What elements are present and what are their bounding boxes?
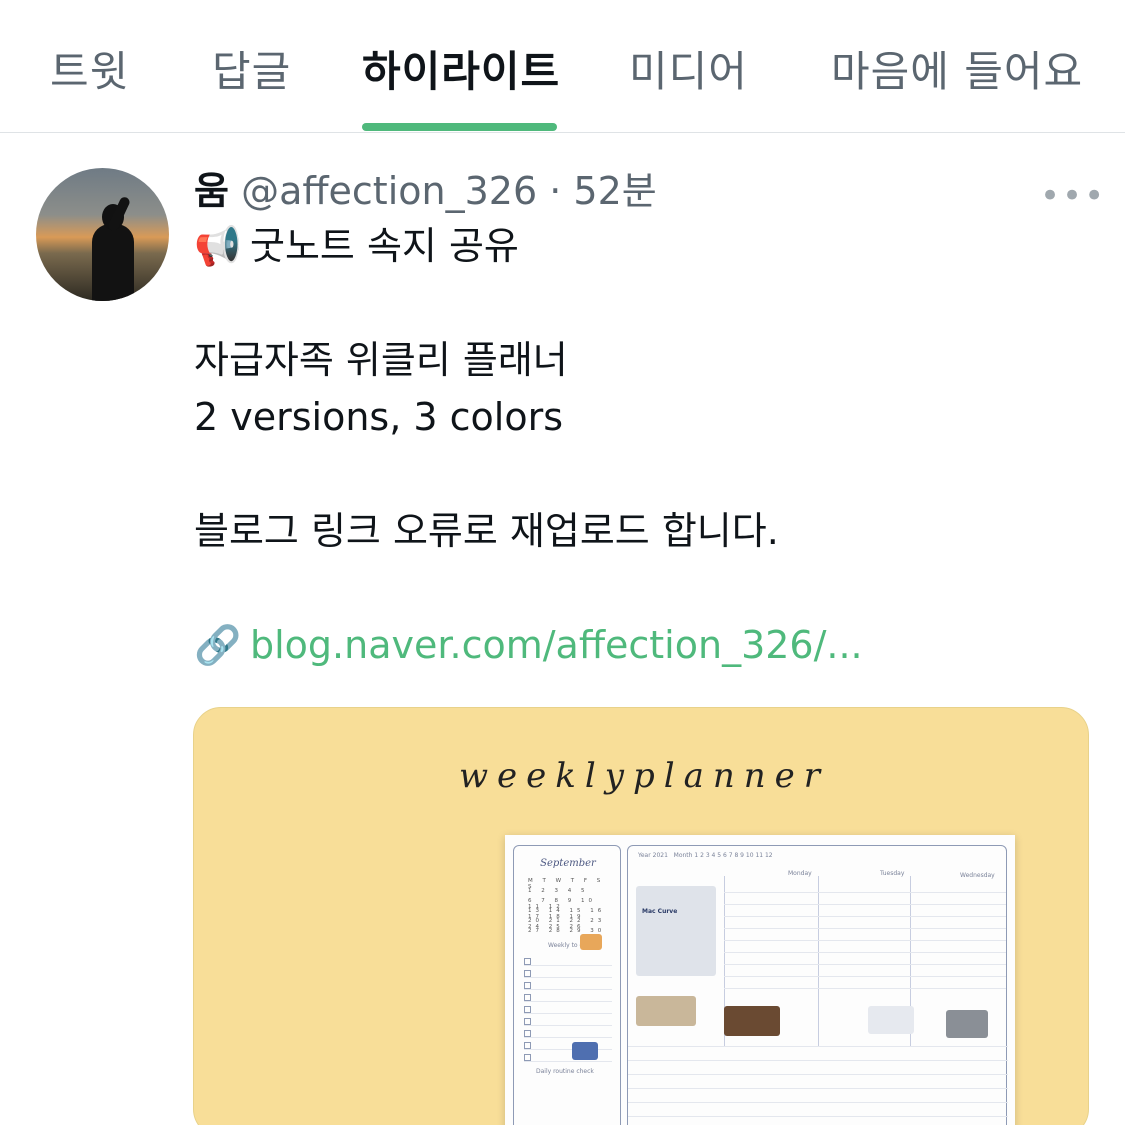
tweet-line: 📢 굿노트 속지 공유: [194, 218, 1094, 275]
row-line: [724, 952, 1006, 953]
tweet-line: 2 versions, 3 colors: [194, 389, 1094, 446]
tweet-line: 자급자족 위클리 플래너: [194, 332, 1094, 389]
planner-preview: September M T W T F S S 1 2 3 4 5 6 7 8 …: [505, 835, 1015, 1125]
photo-image: [724, 1006, 780, 1036]
active-tab-indicator: [362, 123, 557, 131]
tweet-time[interactable]: 52분: [573, 169, 656, 213]
tweet-header: 움 @affection_326 · 52분: [194, 160, 657, 216]
row-line: [724, 940, 1006, 941]
tweet-line: [194, 275, 1094, 332]
sticker-image: [580, 934, 602, 950]
planner-sidebar: September M T W T F S S 1 2 3 4 5 6 7 8 …: [513, 845, 621, 1125]
tweet-line-text: 2 versions, 3 colors: [194, 395, 564, 439]
calendar-row: 1 2 3 4 5: [528, 888, 589, 894]
tweet-link-line: 🔗 blog.naver.com/affection_326/...: [194, 617, 1094, 674]
calendar-row: 6 7 8 9 10 11 12: [528, 898, 596, 910]
row-line: [724, 964, 1006, 965]
link-icon: 🔗: [194, 623, 242, 667]
tweet-line: [194, 560, 1094, 617]
avatar[interactable]: [36, 168, 169, 301]
sticker-image: [572, 1042, 598, 1060]
row-line: [724, 904, 1006, 905]
row-line: [724, 988, 1006, 989]
tweet-line-text: 블로그 링크 오류로 재업로드 합니다.: [194, 509, 779, 553]
tweet-line: [194, 446, 1094, 503]
day-column-divider: [818, 876, 819, 1046]
row-line: [724, 892, 1006, 893]
day-label-monday: Monday: [788, 870, 812, 877]
profile-tabs: 트윗 답글 하이라이트 미디어 마음에 들어요: [0, 0, 1125, 133]
todo-row: [524, 992, 612, 1002]
tweet-text: 📢 굿노트 속지 공유 자급자족 위클리 플래너 2 versions, 3 co…: [194, 218, 1094, 674]
tweet-line-text: 자급자족 위클리 플래너: [194, 338, 568, 382]
photo-image: [636, 886, 716, 976]
tab-highlights[interactable]: 하이라이트: [362, 38, 560, 99]
display-name[interactable]: 움: [194, 169, 229, 213]
calendar-weekdays: M T W T F S S: [528, 878, 605, 890]
user-handle[interactable]: @affection_326: [241, 169, 537, 213]
todo-row: [524, 1052, 612, 1062]
row-line: [724, 928, 1006, 929]
photo-image: [636, 996, 696, 1026]
planner-week-grid: Year 2021 Month 1 2 3 4 5 6 7 8 9 10 11 …: [627, 845, 1008, 1125]
tweet-line-text: 굿노트 속지 공유: [250, 224, 519, 268]
day-label-tuesday: Tuesday: [880, 870, 905, 877]
media-title: weeklyplanner: [458, 756, 830, 796]
daily-routine-label: Daily routine check: [536, 1068, 594, 1075]
row-line: [724, 916, 1006, 917]
todo-row: [524, 980, 612, 990]
media-card[interactable]: weeklyplanner September M T W T F S S 1 …: [193, 707, 1089, 1125]
planner-year-month: Year 2021 Month 1 2 3 4 5 6 7 8 9 10 11 …: [638, 852, 773, 859]
tab-tweets[interactable]: 트윗: [50, 38, 129, 99]
separator-dot: ·: [549, 169, 562, 213]
more-icon[interactable]: •••: [1040, 176, 1106, 216]
todo-row: [524, 1016, 612, 1026]
tab-media[interactable]: 미디어: [629, 38, 748, 99]
photo-image: [868, 1006, 914, 1034]
day-label-wednesday: Wednesday: [960, 872, 995, 879]
todo-row: [524, 1004, 612, 1014]
todo-row: [524, 1040, 612, 1050]
megaphone-icon: 📢: [194, 224, 242, 268]
blog-link[interactable]: blog.naver.com/affection_326/...: [250, 623, 863, 667]
calendar-row: 13 14 15 16 17 18 19: [528, 908, 606, 920]
planner-month: September: [540, 858, 596, 869]
tab-likes[interactable]: 마음에 들어요: [831, 38, 1083, 99]
row-line: [628, 1060, 1008, 1061]
todo-row: [524, 1028, 612, 1038]
tweet-line: 블로그 링크 오류로 재업로드 합니다.: [194, 503, 1094, 560]
todo-row: [524, 956, 612, 966]
mini-calendar: M T W T F S S 1 2 3 4 5 6 7 8 9 10 11 12…: [528, 878, 608, 938]
photo-caption: Mac Curve: [642, 908, 678, 915]
tab-replies[interactable]: 답글: [212, 38, 291, 99]
calendar-row: 20 21 22 23 24 25 26: [528, 918, 606, 930]
row-line: [628, 1116, 1008, 1117]
row-line: [628, 1102, 1008, 1103]
row-line: [628, 1074, 1008, 1075]
row-line: [628, 1046, 1008, 1047]
row-line: [628, 1088, 1008, 1089]
photo-image: [946, 1010, 988, 1038]
row-line: [724, 976, 1006, 977]
todo-row: [524, 968, 612, 978]
